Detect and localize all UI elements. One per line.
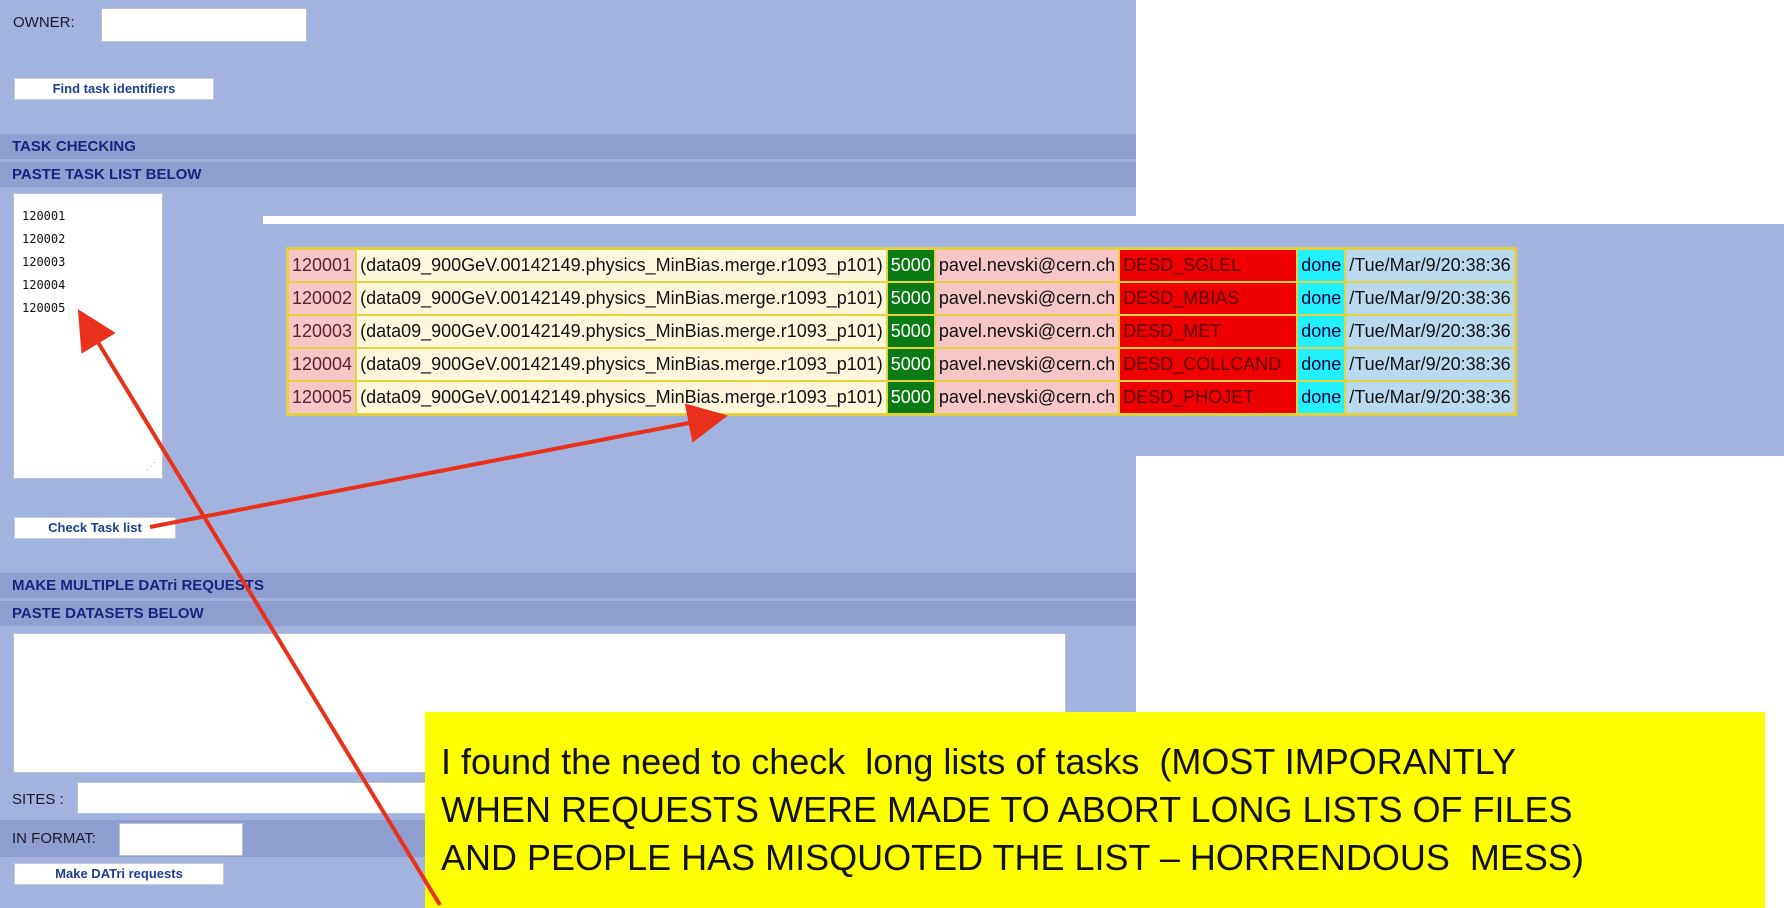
task-list-line: 120005 [22, 301, 66, 315]
events-cell: 5000 [886, 282, 935, 315]
in-format-input[interactable] [119, 823, 243, 856]
paste-task-list-label: PASTE TASK LIST BELOW [12, 166, 202, 183]
datri-header: MAKE MULTIPLE DATri REQUESTS [0, 573, 1136, 598]
callout-line-3: AND PEOPLE HAS MISQUOTED THE LIST – HORR… [441, 837, 1584, 878]
callout-line-1: I found the need to check long lists of … [441, 741, 1517, 782]
table-row: 120005 (data09_900GeV.00142149.physics_Mi… [288, 381, 1515, 414]
timestamp-cell: /Tue/Mar/9/20:38:36 [1345, 348, 1515, 381]
table-row: 120001 (data09_900GeV.00142149.physics_Mi… [288, 249, 1515, 282]
in-format-label: IN FORMAT: [12, 830, 96, 847]
format-cell: DESD_MBIAS [1119, 282, 1298, 315]
resize-grip-icon[interactable]: ⋰ [146, 462, 156, 472]
dataset-cell: (data09_900GeV.00142149.physics_MinBias.… [356, 348, 887, 381]
status-cell: done [1297, 249, 1346, 282]
status-cell: done [1297, 282, 1346, 315]
timestamp-cell: /Tue/Mar/9/20:38:36 [1345, 282, 1515, 315]
dataset-cell: (data09_900GeV.00142149.physics_MinBias.… [356, 381, 887, 414]
callout-text: I found the need to check long lists of … [441, 738, 1765, 882]
task-list-line: 120003 [22, 255, 66, 269]
task-list-line: 120001 [22, 209, 66, 223]
sites-label: SITES : [12, 791, 64, 808]
find-task-identifiers-button[interactable]: Find task identifiers [14, 78, 214, 100]
status-cell: done [1297, 348, 1346, 381]
format-cell: DESD_PHOJET [1119, 381, 1298, 414]
task-checking-title: TASK CHECKING [12, 138, 136, 155]
format-cell: DESD_MET [1119, 315, 1298, 348]
status-cell: done [1297, 381, 1346, 414]
task-checking-header: TASK CHECKING [0, 134, 1136, 159]
timestamp-cell: /Tue/Mar/9/20:38:36 [1345, 381, 1515, 414]
owner-label: OWNER: [13, 14, 75, 31]
make-datri-requests-button[interactable]: Make DATri requests [14, 863, 224, 885]
task-list-line: 120004 [22, 278, 66, 292]
format-cell: DESD_COLLCAND [1119, 348, 1298, 381]
dataset-cell: (data09_900GeV.00142149.physics_MinBias.… [356, 249, 887, 282]
owner-email-cell: pavel.nevski@cern.ch [934, 282, 1120, 315]
owner-email-cell: pavel.nevski@cern.ch [934, 315, 1120, 348]
events-cell: 5000 [886, 249, 935, 282]
annotation-callout: I found the need to check long lists of … [425, 712, 1765, 908]
events-cell: 5000 [886, 315, 935, 348]
paste-datasets-header: PASTE DATASETS BELOW [0, 601, 1136, 626]
timestamp-cell: /Tue/Mar/9/20:38:36 [1345, 315, 1515, 348]
task-id-cell: 120001 [288, 249, 357, 282]
task-list-textarea[interactable]: 120001 120002 120003 120004 120005 ⋰ [13, 193, 163, 479]
task-id-cell: 120003 [288, 315, 357, 348]
status-cell: done [1297, 315, 1346, 348]
format-cell: DESD_SGLEL [1119, 249, 1298, 282]
paste-task-list-header: PASTE TASK LIST BELOW [0, 162, 1136, 187]
task-id-cell: 120005 [288, 381, 357, 414]
table-row: 120002 (data09_900GeV.00142149.physics_Mi… [288, 282, 1515, 315]
table-row: 120003 (data09_900GeV.00142149.physics_Mi… [288, 315, 1515, 348]
events-cell: 5000 [886, 348, 935, 381]
task-id-cell: 120002 [288, 282, 357, 315]
timestamp-cell: /Tue/Mar/9/20:38:36 [1345, 249, 1515, 282]
check-task-list-button[interactable]: Check Task list [14, 517, 176, 539]
sites-input[interactable] [77, 782, 437, 814]
callout-line-2: WHEN REQUESTS WERE MADE TO ABORT LONG LI… [441, 789, 1573, 830]
events-cell: 5000 [886, 381, 935, 414]
dataset-cell: (data09_900GeV.00142149.physics_MinBias.… [356, 282, 887, 315]
task-results-table: 120001 (data09_900GeV.00142149.physics_Mi… [286, 247, 1517, 416]
owner-email-cell: pavel.nevski@cern.ch [934, 381, 1120, 414]
dataset-cell: (data09_900GeV.00142149.physics_MinBias.… [356, 315, 887, 348]
task-list-line: 120002 [22, 232, 66, 246]
owner-input[interactable] [101, 8, 307, 42]
datri-title: MAKE MULTIPLE DATri REQUESTS [12, 577, 264, 594]
owner-email-cell: pavel.nevski@cern.ch [934, 348, 1120, 381]
paste-datasets-label: PASTE DATASETS BELOW [12, 605, 204, 622]
owner-email-cell: pavel.nevski@cern.ch [934, 249, 1120, 282]
task-id-cell: 120004 [288, 348, 357, 381]
table-row: 120004 (data09_900GeV.00142149.physics_Mi… [288, 348, 1515, 381]
